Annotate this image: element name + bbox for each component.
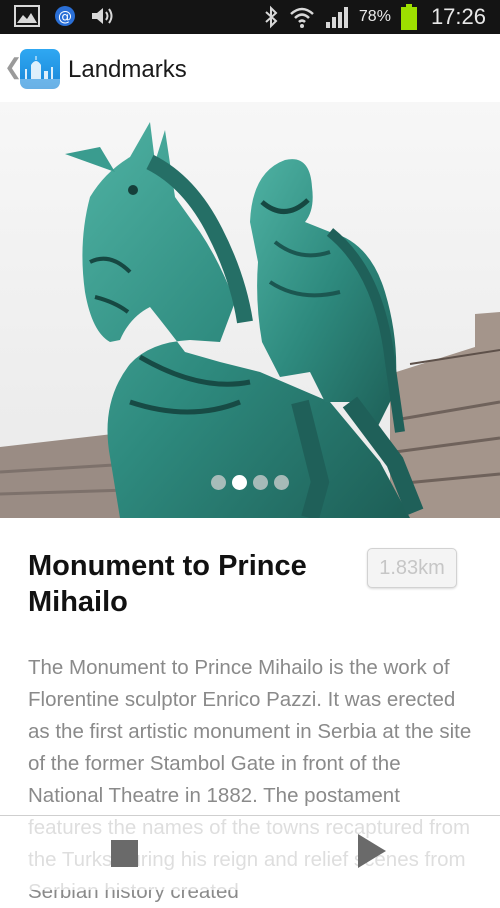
status-bar: @ 78% 17:26: [0, 0, 500, 34]
carousel-dot[interactable]: [253, 475, 268, 490]
audio-player-bar: [0, 815, 500, 890]
stop-icon[interactable]: [111, 840, 138, 867]
battery-icon: [400, 4, 417, 30]
skyline-icon: [20, 56, 60, 89]
play-icon[interactable]: [358, 834, 386, 868]
carousel-dot[interactable]: [211, 475, 226, 490]
clock: 17:26: [430, 4, 486, 29]
page-title: Landmarks: [68, 56, 187, 83]
status-right-icons: 78% 17:26: [263, 4, 486, 30]
gallery-icon: [14, 5, 40, 27]
landmark-photo: [0, 102, 500, 518]
distance-badge: 1.83km: [367, 548, 457, 588]
at-icon: @: [55, 6, 75, 26]
bluetooth-icon: [265, 5, 278, 29]
image-carousel[interactable]: [0, 102, 500, 518]
city-skyline-logo[interactable]: [20, 49, 60, 89]
app-bar: ❮ Landmarks: [0, 34, 500, 103]
wifi-icon: [290, 7, 314, 28]
signal-icon: [325, 7, 348, 28]
battery-percent: 78%: [358, 8, 391, 25]
status-left-icons: @: [14, 5, 116, 27]
landmark-title: Monument to Prince Mihailo: [28, 550, 307, 618]
carousel-indicator: [0, 475, 500, 490]
svg-text:@: @: [58, 9, 72, 25]
carousel-dot-active[interactable]: [232, 475, 247, 490]
carousel-dot[interactable]: [274, 475, 289, 490]
volume-icon: [92, 8, 113, 24]
